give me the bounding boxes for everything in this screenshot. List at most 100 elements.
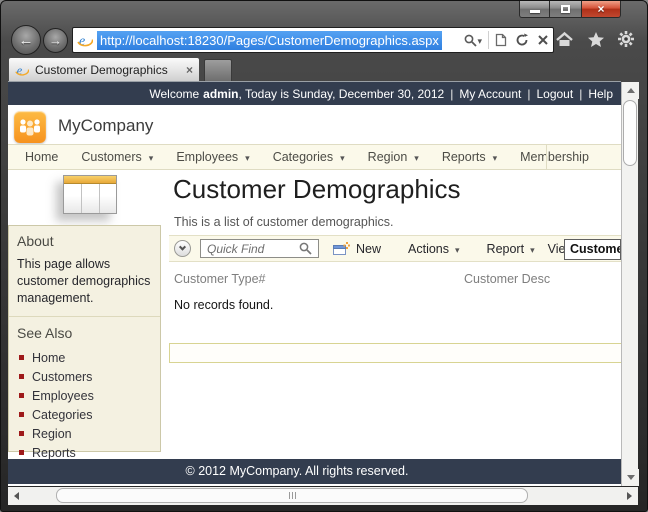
nav-item-home[interactable]: Home bbox=[25, 150, 58, 164]
link-label: Home bbox=[32, 351, 65, 365]
vertical-scroll-thumb[interactable] bbox=[623, 100, 637, 166]
arrow-down-icon bbox=[627, 475, 635, 480]
browser-action-icons bbox=[555, 24, 635, 54]
chevron-down-icon bbox=[455, 242, 460, 256]
close-icon: × bbox=[597, 3, 604, 15]
back-button[interactable]: ← bbox=[11, 25, 41, 55]
tab-customer-demographics[interactable]: e Customer Demographics × bbox=[8, 57, 200, 81]
address-bar-buttons bbox=[460, 28, 553, 52]
compatibility-view-button[interactable] bbox=[491, 28, 511, 52]
nav-item-membership[interactable]: Membership bbox=[520, 150, 589, 164]
column-header-customer-type[interactable]: Customer Type# bbox=[174, 272, 265, 286]
divider bbox=[9, 316, 160, 317]
scroll-up-button[interactable] bbox=[622, 82, 639, 99]
nav-item-categories[interactable]: Categories bbox=[273, 150, 345, 164]
report-menu-button[interactable]: Report bbox=[487, 242, 535, 256]
bullet-icon bbox=[19, 431, 24, 436]
back-arrow-icon: ← bbox=[19, 32, 34, 49]
address-bar[interactable]: e http://localhost:18230/Pages/CustomerD… bbox=[72, 27, 554, 53]
new-tab-button[interactable] bbox=[204, 59, 232, 81]
chevron-down-icon bbox=[530, 242, 535, 256]
horizontal-scroll-thumb[interactable] bbox=[56, 488, 528, 503]
favorites-star-button[interactable] bbox=[587, 31, 605, 48]
chevron-down-icon bbox=[493, 150, 498, 164]
url-text[interactable]: http://localhost:18230/Pages/CustomerDem… bbox=[97, 31, 442, 50]
welcome-bar: Welcome admin , Today is Sunday, Decembe… bbox=[8, 82, 621, 105]
bullet-icon bbox=[19, 374, 24, 379]
maximize-icon bbox=[561, 5, 570, 13]
company-logo[interactable] bbox=[14, 111, 46, 143]
divider: | bbox=[450, 87, 453, 101]
nav-item-region[interactable]: Region bbox=[368, 150, 419, 164]
scroll-right-button[interactable] bbox=[621, 487, 638, 505]
search-icon bbox=[464, 34, 477, 47]
ie-tab-favicon-icon: e bbox=[15, 63, 29, 77]
table-illustration-header bbox=[64, 176, 116, 184]
table-illustration bbox=[63, 175, 117, 214]
browser-window: × ← → e http://localhost:18230/Pages/Cus… bbox=[0, 0, 648, 512]
nav-item-employees[interactable]: Employees bbox=[176, 150, 249, 164]
refresh-button[interactable] bbox=[511, 28, 533, 52]
site-header: MyCompany bbox=[8, 105, 621, 144]
help-link[interactable]: Help bbox=[588, 87, 613, 101]
company-name[interactable]: MyCompany bbox=[58, 116, 153, 136]
refresh-icon bbox=[515, 33, 529, 47]
home-button[interactable] bbox=[555, 31, 574, 48]
horizontal-scrollbar[interactable] bbox=[8, 487, 638, 505]
chevron-down-icon bbox=[414, 150, 419, 164]
search-button[interactable] bbox=[460, 28, 486, 52]
sidebar-link-customers[interactable]: Customers bbox=[17, 367, 152, 386]
collapse-search-button[interactable] bbox=[174, 240, 191, 257]
search-dropdown-icon bbox=[477, 31, 482, 49]
scroll-left-button[interactable] bbox=[8, 487, 25, 505]
divider bbox=[488, 31, 489, 49]
settings-gear-button[interactable] bbox=[617, 30, 635, 48]
new-record-icon bbox=[333, 242, 350, 256]
nav-label: Categories bbox=[273, 150, 333, 164]
date-text: , Today is Sunday, December 30, 2012 bbox=[239, 87, 445, 101]
grip-icon bbox=[292, 492, 293, 499]
view-select[interactable]: Customer Demographics bbox=[564, 239, 621, 260]
link-label: Employees bbox=[32, 389, 94, 403]
new-button[interactable]: New bbox=[333, 242, 381, 256]
forward-arrow-icon: → bbox=[49, 33, 62, 48]
page-title: Customer Demographics bbox=[173, 174, 461, 205]
minimize-icon bbox=[530, 10, 540, 13]
link-label: Region bbox=[32, 427, 72, 441]
actions-menu-button[interactable]: Actions bbox=[408, 242, 460, 256]
logout-link[interactable]: Logout bbox=[536, 87, 573, 101]
bullet-icon bbox=[19, 355, 24, 360]
copyright-text: © 2012 MyCompany. All rights reserved. bbox=[8, 464, 586, 478]
arrow-up-icon bbox=[627, 88, 635, 93]
grip-icon bbox=[289, 492, 290, 499]
search-icon[interactable] bbox=[299, 242, 312, 255]
quick-find-box bbox=[200, 239, 319, 258]
quick-find-input[interactable] bbox=[207, 242, 299, 256]
nav-item-reports[interactable]: Reports bbox=[442, 150, 497, 164]
table-illustration-body bbox=[64, 184, 116, 213]
nav-label: Reports bbox=[442, 150, 486, 164]
scroll-down-button[interactable] bbox=[622, 469, 639, 486]
nav-label: Customers bbox=[81, 150, 141, 164]
sidebar-link-categories[interactable]: Categories bbox=[17, 405, 152, 424]
bullet-icon bbox=[19, 393, 24, 398]
chevron-down-icon bbox=[340, 150, 345, 164]
sidebar-link-home[interactable]: Home bbox=[17, 348, 152, 367]
maximize-button[interactable] bbox=[550, 1, 581, 18]
column-header-customer-desc[interactable]: Customer Desc bbox=[464, 272, 550, 286]
vertical-scrollbar[interactable] bbox=[621, 82, 638, 486]
tab-close-icon[interactable]: × bbox=[186, 64, 193, 76]
empty-message: No records found. bbox=[174, 298, 273, 312]
divider bbox=[546, 145, 547, 169]
ie-favicon-icon: e bbox=[77, 32, 93, 48]
my-account-link[interactable]: My Account bbox=[459, 87, 521, 101]
close-button[interactable]: × bbox=[581, 1, 621, 18]
minimize-button[interactable] bbox=[519, 1, 550, 18]
nav-label: Home bbox=[25, 150, 58, 164]
sidebar-link-employees[interactable]: Employees bbox=[17, 386, 152, 405]
forward-button[interactable]: → bbox=[43, 28, 68, 53]
sidebar-link-region[interactable]: Region bbox=[17, 424, 152, 443]
stop-button[interactable] bbox=[533, 28, 553, 52]
nav-item-customers[interactable]: Customers bbox=[81, 150, 153, 164]
bullet-icon bbox=[19, 450, 24, 455]
